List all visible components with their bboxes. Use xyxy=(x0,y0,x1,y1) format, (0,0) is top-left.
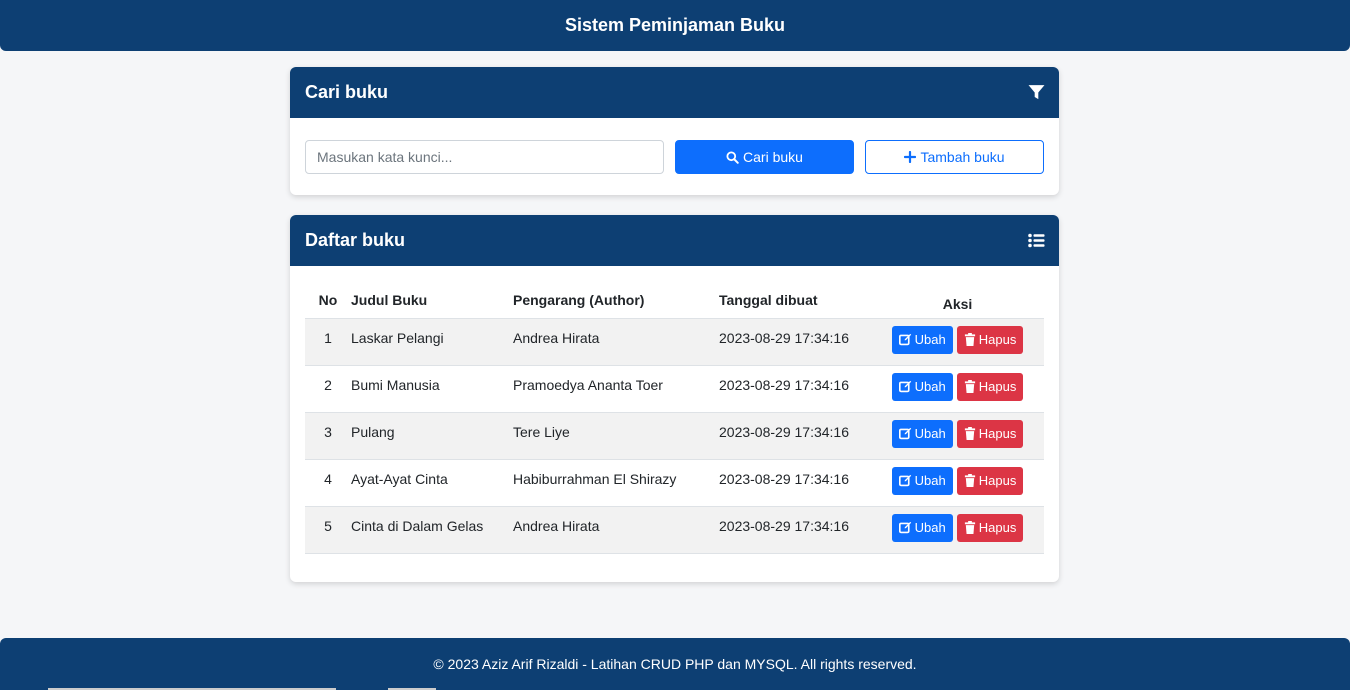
table-header-row: No Judul Buku Pengarang (Author) Tanggal… xyxy=(305,283,1044,319)
app-title: Sistem Peminjaman Buku xyxy=(564,15,786,35)
search-icon xyxy=(726,150,739,164)
cell-pengarang: Pramoedya Ananta Toer xyxy=(509,365,711,413)
col-aksi: Aksi xyxy=(871,283,1044,319)
edit-button-label: Ubah xyxy=(914,426,946,441)
edit-icon xyxy=(898,521,911,534)
delete-button-label: Hapus xyxy=(978,379,1017,394)
cell-pengarang: Andrea Hirata xyxy=(509,318,711,366)
edit-button[interactable]: Ubah xyxy=(891,466,953,495)
edit-icon xyxy=(898,380,911,393)
cell-pengarang: Habiburrahman El Shirazy xyxy=(509,459,711,507)
edit-button-label: Ubah xyxy=(914,473,946,488)
trash-icon xyxy=(964,521,975,534)
cell-aksi: Ubah Hapus xyxy=(871,318,1044,366)
filter-icon[interactable] xyxy=(1028,84,1045,101)
add-book-button[interactable]: Tambah buku xyxy=(865,140,1044,174)
trash-icon xyxy=(964,333,975,346)
add-book-button-label: Tambah buku xyxy=(920,149,1005,165)
cell-aksi: Ubah Hapus xyxy=(871,506,1044,554)
search-card-body: Cari buku Tambah buku xyxy=(290,118,1059,195)
cell-tanggal: 2023-08-29 17:34:16 xyxy=(711,365,871,413)
footer-text: © 2023 Aziz Arif Rizaldi - Latihan CRUD … xyxy=(433,656,917,672)
col-no: No xyxy=(305,283,343,319)
cell-tanggal: 2023-08-29 17:34:16 xyxy=(711,412,871,460)
book-table: No Judul Buku Pengarang (Author) Tanggal… xyxy=(305,283,1044,554)
cell-no: 3 xyxy=(305,412,343,460)
edit-button-label: Ubah xyxy=(914,379,946,394)
delete-button-label: Hapus xyxy=(978,426,1017,441)
delete-button-label: Hapus xyxy=(978,520,1017,535)
table-row: 4 Ayat-Ayat Cinta Habiburrahman El Shirazy… xyxy=(305,459,1044,507)
trash-icon xyxy=(964,474,975,487)
cell-judul: Ayat-Ayat Cinta xyxy=(343,459,509,507)
delete-button[interactable]: Hapus xyxy=(956,466,1024,495)
cell-judul: Laskar Pelangi xyxy=(343,318,509,366)
edit-icon xyxy=(898,333,911,346)
search-card: Cari buku Cari buku Tambah buku xyxy=(290,67,1059,195)
cell-aksi: Ubah Hapus xyxy=(871,412,1044,460)
edit-icon xyxy=(898,427,911,440)
list-icon xyxy=(1028,233,1045,248)
table-row: 1 Laskar Pelangi Andrea Hirata 2023-08-29 1… xyxy=(305,318,1044,366)
book-list-card-header: Daftar buku xyxy=(290,215,1059,266)
delete-button[interactable]: Hapus xyxy=(956,419,1024,448)
delete-button[interactable]: Hapus xyxy=(956,325,1024,354)
cell-no: 4 xyxy=(305,459,343,507)
table-row: 3 Pulang Tere Liye 2023-08-29 17:34:16 Ubah H… xyxy=(305,412,1044,460)
cell-judul: Pulang xyxy=(343,412,509,460)
delete-button-label: Hapus xyxy=(978,473,1017,488)
cell-tanggal: 2023-08-29 17:34:16 xyxy=(711,318,871,366)
top-navbar: Sistem Peminjaman Buku xyxy=(0,0,1350,51)
cell-pengarang: Andrea Hirata xyxy=(509,506,711,554)
book-list-title: Daftar buku xyxy=(305,230,406,250)
edit-button[interactable]: Ubah xyxy=(891,513,953,542)
col-pengarang: Pengarang (Author) xyxy=(509,283,711,319)
table-row: 2 Bumi Manusia Pramoedya Ananta Toer 2023-0… xyxy=(305,365,1044,413)
edit-button-label: Ubah xyxy=(914,520,946,535)
delete-button-label: Hapus xyxy=(978,332,1017,347)
col-judul: Judul Buku xyxy=(343,283,509,319)
cell-no: 5 xyxy=(305,506,343,554)
cell-no: 1 xyxy=(305,318,343,366)
search-card-header: Cari buku xyxy=(290,67,1059,118)
edit-button-label: Ubah xyxy=(914,332,946,347)
book-list-card: Daftar buku No Judul Buku Pengarang (Aut… xyxy=(290,215,1059,582)
cell-judul: Bumi Manusia xyxy=(343,365,509,413)
edit-icon xyxy=(898,474,911,487)
cell-no: 2 xyxy=(305,365,343,413)
edit-button[interactable]: Ubah xyxy=(891,325,953,354)
delete-button[interactable]: Hapus xyxy=(956,513,1024,542)
table-row: 5 Cinta di Dalam Gelas Andrea Hirata 2023-0… xyxy=(305,506,1044,554)
cell-aksi: Ubah Hapus xyxy=(871,365,1044,413)
cell-tanggal: 2023-08-29 17:34:16 xyxy=(711,459,871,507)
footer: © 2023 Aziz Arif Rizaldi - Latihan CRUD … xyxy=(0,638,1350,690)
search-button[interactable]: Cari buku xyxy=(675,140,854,174)
cell-tanggal: 2023-08-29 17:34:16 xyxy=(711,506,871,554)
trash-icon xyxy=(964,380,975,393)
cell-pengarang: Tere Liye xyxy=(509,412,711,460)
search-input[interactable] xyxy=(305,140,664,174)
col-tanggal: Tanggal dibuat xyxy=(711,283,871,319)
trash-icon xyxy=(964,427,975,440)
edit-button[interactable]: Ubah xyxy=(891,372,953,401)
plus-icon xyxy=(904,151,917,163)
search-card-title: Cari buku xyxy=(305,82,389,102)
search-button-label: Cari buku xyxy=(743,149,803,165)
delete-button[interactable]: Hapus xyxy=(956,372,1024,401)
cell-judul: Cinta di Dalam Gelas xyxy=(343,506,509,554)
edit-button[interactable]: Ubah xyxy=(891,419,953,448)
cell-aksi: Ubah Hapus xyxy=(871,459,1044,507)
